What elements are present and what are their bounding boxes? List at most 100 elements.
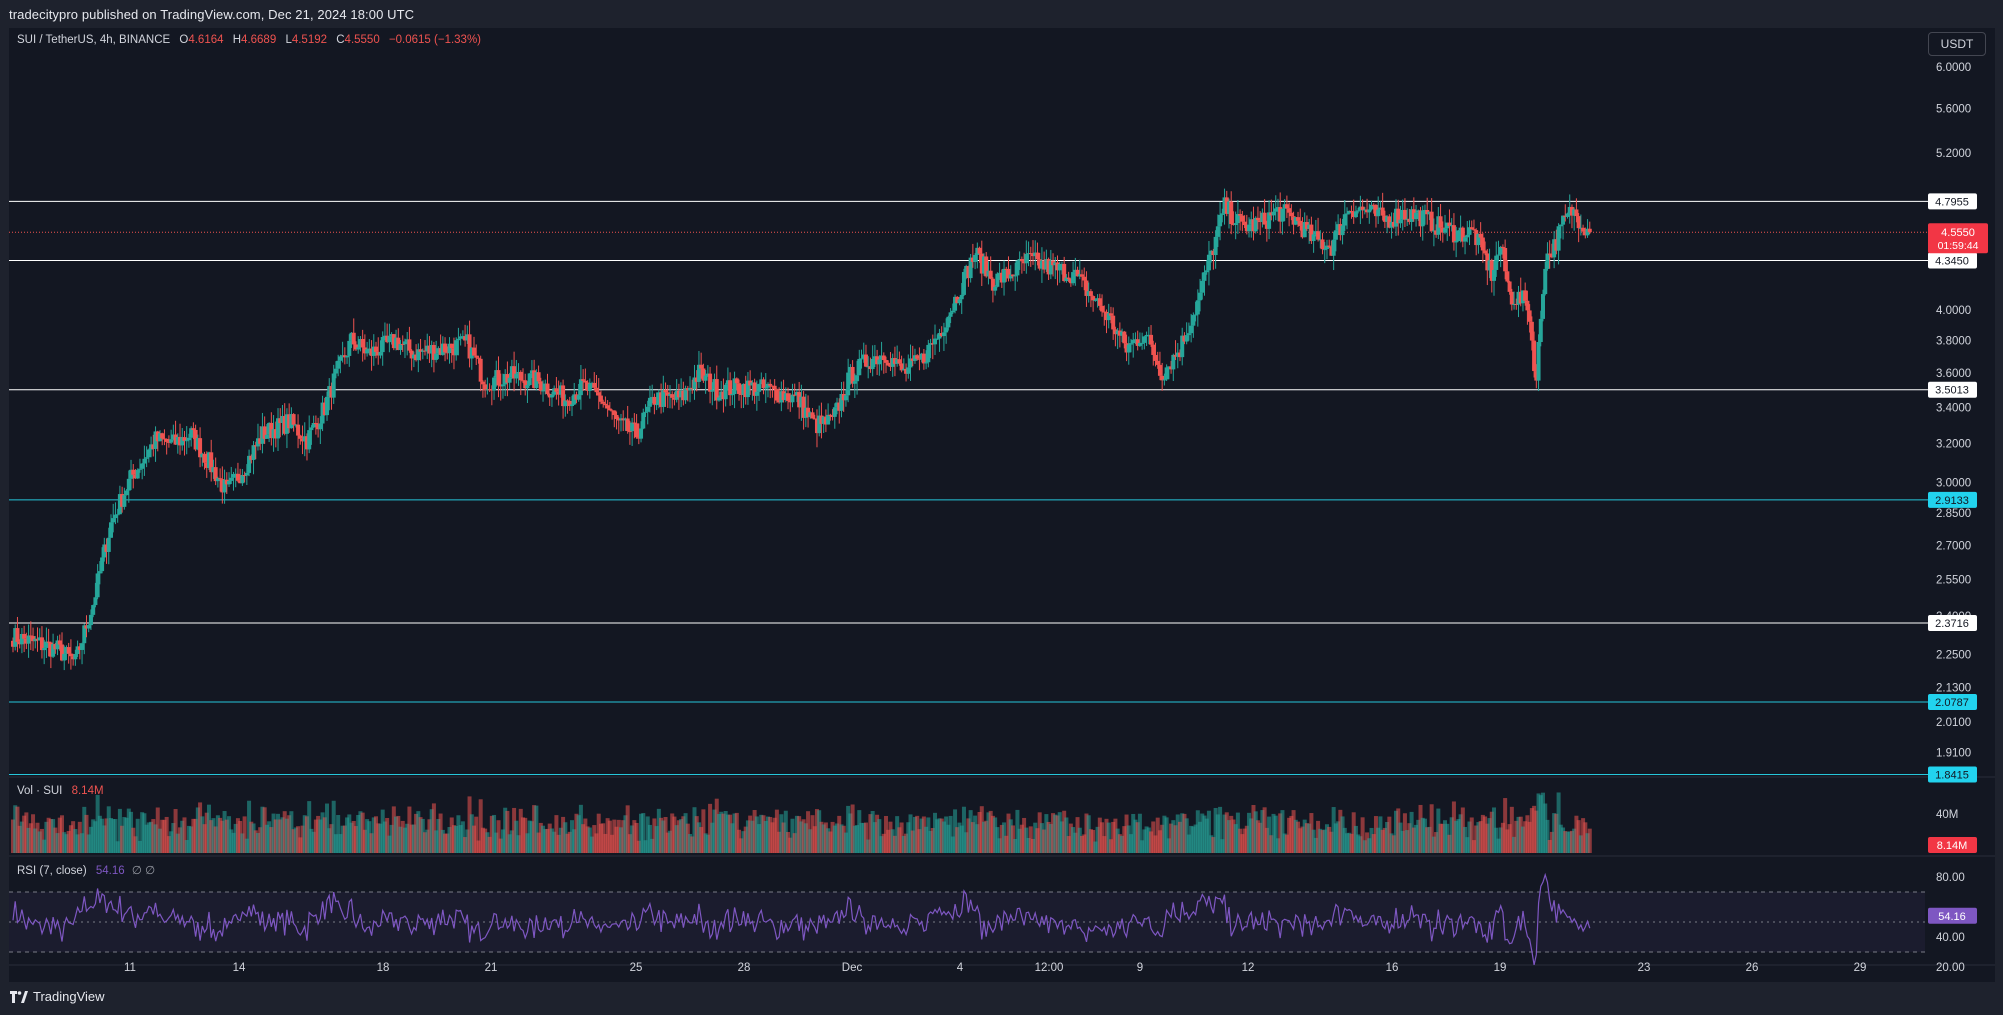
tradingview-logo-icon — [10, 990, 28, 1003]
candle-body — [1360, 206, 1365, 210]
candle-body — [1066, 277, 1071, 279]
time-tick-label: 28 — [738, 962, 751, 974]
level-badge-label: 3.5013 — [1935, 385, 1969, 397]
candle-body — [126, 478, 131, 491]
candle-body — [356, 347, 361, 350]
last-price-label: 4.5550 — [1941, 227, 1975, 239]
candle-body — [723, 384, 728, 400]
candle-body — [1140, 342, 1145, 344]
candle-body — [1340, 225, 1345, 236]
candle-body — [859, 358, 864, 360]
candle-body — [1273, 208, 1278, 212]
candle-body — [227, 480, 232, 485]
candle-body — [496, 370, 501, 386]
candle-body — [1529, 321, 1534, 341]
candle-body — [1142, 336, 1147, 343]
level-price-badge: 4.7955 — [1928, 193, 1977, 210]
candle-body — [218, 478, 223, 480]
candle-body — [108, 522, 113, 538]
candle-body — [1576, 216, 1581, 229]
candle-body — [1322, 249, 1327, 251]
time-tick-label: 19 — [1494, 962, 1507, 974]
currency-button[interactable]: USDT — [1928, 32, 1986, 56]
candle-body — [950, 310, 955, 313]
candle-body — [1523, 290, 1528, 301]
candle-body — [961, 272, 966, 295]
candle-body — [1327, 245, 1332, 247]
candle-body — [1186, 333, 1191, 336]
candle-body — [454, 340, 459, 356]
candle-body — [142, 458, 147, 464]
candle-body — [877, 359, 882, 365]
candle-body — [331, 373, 336, 398]
candle-body — [1456, 230, 1461, 241]
level-badge-label: 4.3450 — [1935, 255, 1969, 267]
candle-body — [549, 394, 554, 398]
candle-body — [1028, 253, 1033, 255]
candle-body — [601, 401, 606, 404]
candle-body — [1451, 225, 1456, 243]
candle-body — [1320, 239, 1325, 250]
candle-body — [1238, 214, 1243, 216]
candle-body — [1333, 230, 1338, 240]
candle-body — [443, 343, 448, 353]
candle-body — [870, 358, 875, 370]
candle-body — [1202, 272, 1207, 281]
candle-body — [786, 393, 791, 401]
candle-body — [1505, 271, 1510, 282]
candle-body — [1541, 294, 1546, 319]
candle-body — [235, 473, 240, 481]
tradingview-brand[interactable]: TradingView — [10, 989, 105, 1004]
candle-body — [737, 383, 742, 394]
candle-body — [1509, 291, 1514, 305]
candle-body — [1082, 276, 1087, 281]
candle-body — [1376, 209, 1381, 217]
candle-body — [973, 254, 978, 262]
candle-body — [897, 359, 902, 364]
candle-body — [643, 411, 648, 413]
candle-body — [333, 368, 338, 374]
price-tick-label: 4.0000 — [1936, 305, 1971, 317]
candle-body — [1184, 335, 1189, 342]
chart-canvas[interactable]: 6.0000 5.6000 5.2000 4.0000 3.8000 3.6000 3.40… — [0, 0, 2003, 982]
rsi-label[interactable]: RSI (7, close) — [17, 865, 87, 877]
candle-body — [1311, 234, 1316, 242]
candle-body — [137, 468, 142, 470]
candle-body — [474, 355, 479, 358]
candle-body — [763, 387, 768, 389]
candle-body — [1242, 221, 1247, 226]
candle-body — [115, 514, 120, 516]
candle-body — [1024, 253, 1029, 264]
rsi-extra: ∅ ∅ — [131, 865, 156, 877]
candle-body — [995, 273, 1000, 287]
candle-body — [627, 431, 632, 433]
volume-label[interactable]: Vol · SUI — [17, 785, 62, 797]
candle-body — [1349, 210, 1354, 212]
candle-body — [569, 404, 574, 407]
close-label: C — [336, 34, 345, 46]
time-tick-label: 9 — [1137, 962, 1143, 974]
candle-body — [1271, 211, 1276, 216]
candle-body — [1071, 272, 1076, 284]
candle-body — [1157, 364, 1162, 376]
candle-body — [1218, 214, 1223, 227]
candle-body — [699, 364, 704, 369]
level-price-badge: 1.8415 — [1928, 766, 1977, 783]
candle-body — [1507, 281, 1512, 292]
low-value: 4.5192 — [291, 34, 328, 46]
candle-body — [160, 433, 165, 439]
candle-body — [536, 372, 541, 382]
symbol-label[interactable]: SUI / TetherUS, 4h, BINANCE — [17, 34, 170, 46]
candle-body — [514, 373, 519, 379]
candle-body — [1164, 367, 1169, 380]
time-tick-label: 26 — [1746, 962, 1759, 974]
candle-body — [641, 412, 646, 429]
candle-body — [1262, 212, 1267, 225]
candle-body — [1367, 209, 1372, 213]
candle-body — [1527, 310, 1532, 322]
candle-body — [307, 430, 312, 450]
candle-body — [1465, 234, 1470, 238]
candle-body — [1220, 213, 1225, 215]
candle-body — [1171, 354, 1176, 370]
candle-body — [97, 571, 102, 574]
